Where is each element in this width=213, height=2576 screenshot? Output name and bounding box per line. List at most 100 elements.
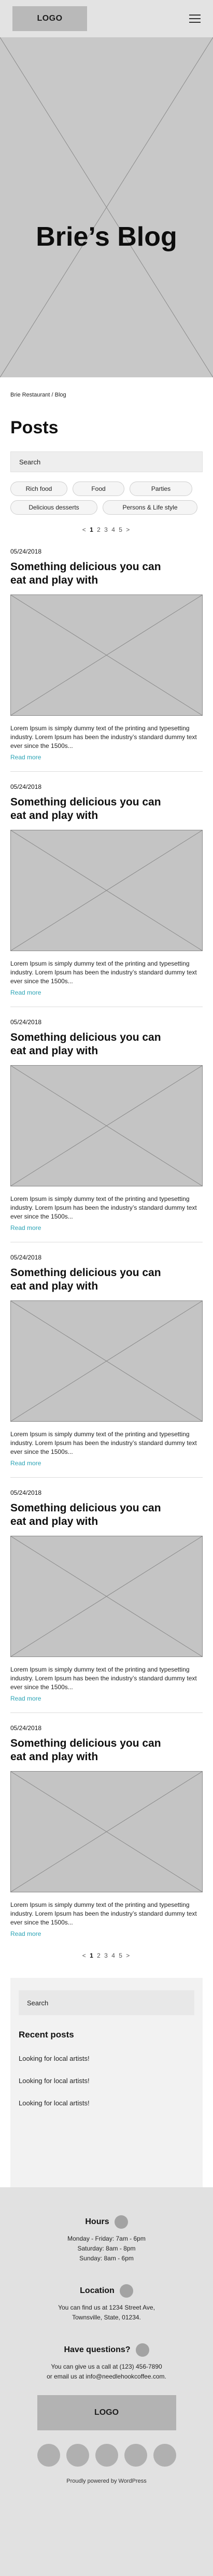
post-date: 05/24/2018: [10, 1489, 42, 1496]
post-excerpt: Lorem Ipsum is simply dummy text of the …: [10, 1666, 197, 1691]
pager-page-4[interactable]: 4: [111, 526, 116, 533]
post-image-placeholder[interactable]: [10, 1536, 203, 1657]
hero-image-placeholder: [0, 37, 213, 377]
post-card: 05/24/2018 Something delicious you can e…: [0, 1724, 213, 1938]
footer-credit[interactable]: Proudly powered by WordPress: [0, 2478, 213, 2484]
pager-page-5[interactable]: 5: [119, 1952, 123, 1959]
location-heading: Location: [0, 2284, 213, 2298]
tag-parties[interactable]: Parties: [130, 482, 192, 496]
pager-prev[interactable]: <: [82, 1952, 87, 1959]
recent-post-link[interactable]: Looking for local artists!: [19, 2099, 194, 2107]
header-logo[interactable]: LOGO: [12, 6, 87, 31]
social-icon[interactable]: [37, 2444, 60, 2467]
post-excerpt: Lorem Ipsum is simply dummy text of the …: [10, 1901, 197, 1926]
post-image-placeholder[interactable]: [10, 830, 203, 951]
tag-delicious-desserts[interactable]: Delicious desserts: [10, 500, 97, 515]
sidebar-search-input[interactable]: Search: [19, 1990, 194, 2015]
hero-title: Brie’s Blog: [36, 222, 177, 252]
breadcrumb-separator: /: [50, 392, 55, 398]
pager-page-3[interactable]: 3: [104, 526, 109, 533]
post-title[interactable]: Something delicious you can eat and play…: [10, 560, 166, 587]
clock-icon: [114, 2215, 128, 2229]
social-icon[interactable]: [95, 2444, 118, 2467]
location-line: Townsville, State, 01234.: [72, 2314, 141, 2321]
pager-page-3[interactable]: 3: [104, 1952, 109, 1959]
recent-post-link[interactable]: Looking for local artists!: [19, 2077, 194, 2085]
post-date: 05/24/2018: [10, 1018, 42, 1026]
pager-page-1[interactable]: 1: [90, 526, 94, 533]
pager-page-2[interactable]: 2: [97, 1952, 102, 1959]
post-title[interactable]: Something delicious you can eat and play…: [10, 1031, 166, 1058]
social-icon[interactable]: [66, 2444, 89, 2467]
pager-next[interactable]: >: [126, 1952, 131, 1959]
pager-prev[interactable]: <: [82, 526, 87, 533]
hours-title: Hours: [85, 2217, 109, 2226]
page: LOGO Brie’s Blog Brie Restaurant / Blog …: [0, 0, 213, 2576]
post-title[interactable]: Something delicious you can eat and play…: [10, 1737, 166, 1764]
pager-page-4[interactable]: 4: [111, 1952, 116, 1959]
contact-phone[interactable]: You can give us a call at (123) 456-7890: [0, 2362, 213, 2372]
hours-line: Monday - Friday: 7am - 6pm: [67, 2235, 146, 2242]
read-more-link[interactable]: Read more: [10, 1460, 41, 1467]
post-card: 05/24/2018 Something delicious you can e…: [0, 1018, 213, 1233]
questions-heading: Have questions?: [0, 2343, 213, 2357]
read-more-link[interactable]: Read more: [10, 754, 41, 761]
post-image-placeholder[interactable]: [10, 595, 203, 716]
contact-email[interactable]: or email us at info@needlehookcoffee.com…: [0, 2372, 213, 2382]
pager-page-5[interactable]: 5: [119, 526, 123, 533]
post-date: 05/24/2018: [10, 1254, 42, 1261]
recent-posts-heading: Recent posts: [19, 2030, 74, 2040]
sidebar-widget: Search Recent posts Looking for local ar…: [10, 1978, 203, 2196]
breadcrumb: Brie Restaurant / Blog: [0, 392, 213, 398]
location-text: You can find us at 1234 Street Ave, Town…: [0, 2303, 213, 2323]
post-card: 05/24/2018 Something delicious you can e…: [0, 1489, 213, 1703]
read-more-link[interactable]: Read more: [10, 989, 41, 996]
post-card: 05/24/2018 Something delicious you can e…: [0, 783, 213, 997]
post-title[interactable]: Something delicious you can eat and play…: [10, 1502, 166, 1528]
read-more-link[interactable]: Read more: [10, 1695, 41, 1702]
hours-text: Monday - Friday: 7am - 6pm Saturday: 8am…: [0, 2234, 213, 2263]
site-header: LOGO: [0, 0, 213, 37]
tag-persons-life-style[interactable]: Persons & Life style: [103, 500, 197, 515]
read-more-link[interactable]: Read more: [10, 1930, 41, 1937]
hours-line: Saturday: 8am - 8pm: [77, 2245, 136, 2252]
post-title[interactable]: Something delicious you can eat and play…: [10, 796, 166, 823]
social-icon[interactable]: [153, 2444, 176, 2467]
pager-next[interactable]: >: [126, 526, 131, 533]
read-more-link[interactable]: Read more: [10, 1224, 41, 1232]
post-title[interactable]: Something delicious you can eat and play…: [10, 1266, 166, 1293]
post-date: 05/24/2018: [10, 783, 42, 790]
hero-banner: Brie’s Blog: [0, 37, 213, 377]
location-title: Location: [80, 2286, 115, 2295]
recent-post-link[interactable]: Looking for local artists!: [19, 2055, 194, 2062]
search-input[interactable]: Search: [10, 451, 203, 472]
site-footer: Hours Monday - Friday: 7am - 6pm Saturda…: [0, 2187, 213, 2576]
location-pin-icon: [119, 2284, 133, 2298]
hours-line: Sunday: 8am - 6pm: [79, 2255, 134, 2262]
pager-page-1[interactable]: 1: [90, 1952, 94, 1959]
post-excerpt: Lorem Ipsum is simply dummy text of the …: [10, 725, 197, 749]
tag-food[interactable]: Food: [73, 482, 124, 496]
pagination-top: < 1 2 3 4 5 >: [0, 526, 213, 533]
category-tags: Rich food Food Parties Delicious dessert…: [10, 482, 203, 515]
post-image-placeholder[interactable]: [10, 1065, 203, 1186]
post-card: 05/24/2018 Something delicious you can e…: [0, 1254, 213, 1468]
footer-logo[interactable]: LOGO: [37, 2395, 176, 2430]
hours-heading: Hours: [0, 2215, 213, 2229]
breadcrumb-current: Blog: [54, 392, 66, 398]
question-icon: [135, 2343, 149, 2357]
contact-text: You can give us a call at (123) 456-7890…: [0, 2362, 213, 2382]
location-line: You can find us at 1234 Street Ave,: [58, 2304, 155, 2311]
divider: [10, 1712, 203, 1713]
social-icon[interactable]: [124, 2444, 147, 2467]
divider: [10, 1477, 203, 1478]
post-date: 05/24/2018: [10, 1724, 42, 1732]
breadcrumb-home[interactable]: Brie Restaurant: [10, 392, 50, 398]
tag-rich-food[interactable]: Rich food: [10, 482, 67, 496]
post-excerpt: Lorem Ipsum is simply dummy text of the …: [10, 1431, 197, 1455]
hamburger-menu-icon[interactable]: [189, 15, 201, 23]
post-date: 05/24/2018: [10, 548, 42, 555]
pager-page-2[interactable]: 2: [97, 526, 102, 533]
post-image-placeholder[interactable]: [10, 1300, 203, 1422]
post-image-placeholder[interactable]: [10, 1771, 203, 1892]
